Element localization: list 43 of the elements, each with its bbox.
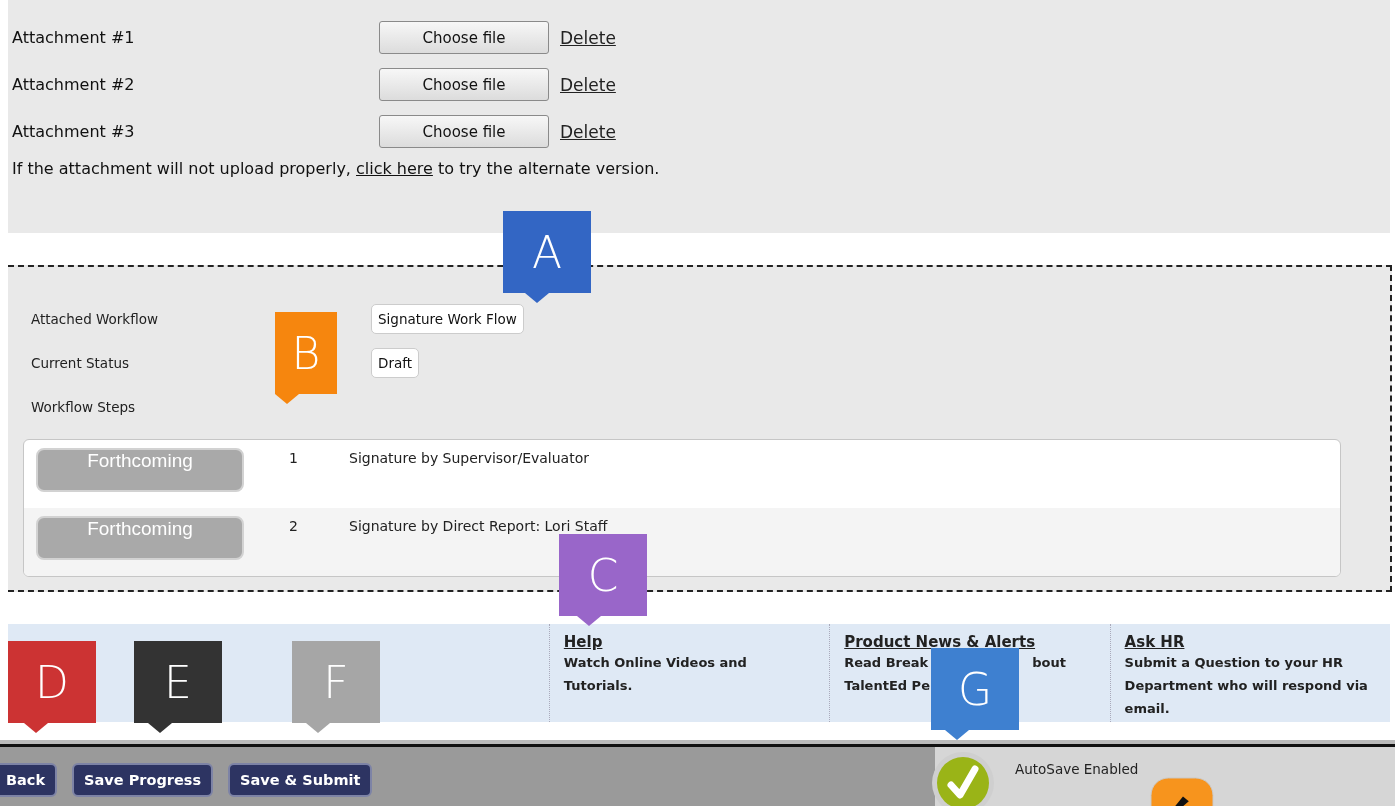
- delete-link[interactable]: Delete: [560, 121, 616, 142]
- callout-marker: D: [8, 641, 96, 733]
- field-label: Current Status: [31, 355, 130, 371]
- footer-text: Read Break: [844, 654, 929, 672]
- callout-marker: B: [275, 312, 337, 404]
- footer-text: email.: [1124, 700, 1170, 718]
- footer-link[interactable]: Product News & Alerts: [844, 633, 1036, 651]
- delete-link[interactable]: Delete: [560, 74, 616, 95]
- field-label: Workflow Steps: [31, 399, 137, 415]
- footer-text: TalentEd Pe: [844, 677, 930, 695]
- field-label: Attached Workflow: [31, 311, 159, 327]
- click-here-link[interactable]: click here: [356, 159, 433, 178]
- callout-marker: A: [503, 211, 591, 303]
- footer-text: Submit a Question to your HR: [1124, 654, 1343, 672]
- choose-file-button[interactable]: Choose file: [379, 68, 549, 101]
- callout-marker: F: [292, 641, 380, 733]
- step-number: 2: [289, 517, 299, 534]
- footer-text: Watch Online Videos and: [563, 654, 747, 672]
- choose-file-button[interactable]: Choose file: [379, 21, 549, 54]
- field-value: Draft: [371, 348, 420, 378]
- step-name: Signature by Direct Report: Lori Staff: [349, 517, 608, 534]
- callout-marker: G: [931, 648, 1019, 740]
- attachment-label: Attachment #1: [12, 28, 136, 47]
- footer-text: Tutorials.: [563, 677, 633, 695]
- step-name: Signature by Supervisor/Evaluator: [349, 449, 589, 466]
- footer-link[interactable]: Ask HR: [1124, 633, 1185, 651]
- upload-help-text: If the attachment will not upload properly, click here to try the alternate version.: [12, 158, 661, 180]
- callout-marker: C: [559, 534, 647, 626]
- footer-link[interactable]: Help: [563, 633, 603, 651]
- pencil-button[interactable]: [1149, 777, 1215, 806]
- field-value: Signature Work Flow: [371, 304, 524, 334]
- autosave-status: AutoSave Enabled: [1015, 761, 1139, 777]
- attachment-label: Attachment #3: [12, 122, 136, 141]
- callout-marker: E: [134, 641, 222, 733]
- footer-text: Department who will respond via: [1124, 677, 1368, 695]
- footer-text: bout: [1032, 654, 1066, 672]
- delete-link[interactable]: Delete: [560, 27, 616, 48]
- action-button[interactable]: Save & Submit: [228, 763, 373, 797]
- attachment-label: Attachment #2: [12, 75, 136, 94]
- action-button[interactable]: Save Progress: [72, 763, 213, 797]
- step-number: 1: [289, 449, 299, 466]
- choose-file-button[interactable]: Choose file: [379, 115, 549, 148]
- action-button[interactable]: Back: [0, 763, 58, 797]
